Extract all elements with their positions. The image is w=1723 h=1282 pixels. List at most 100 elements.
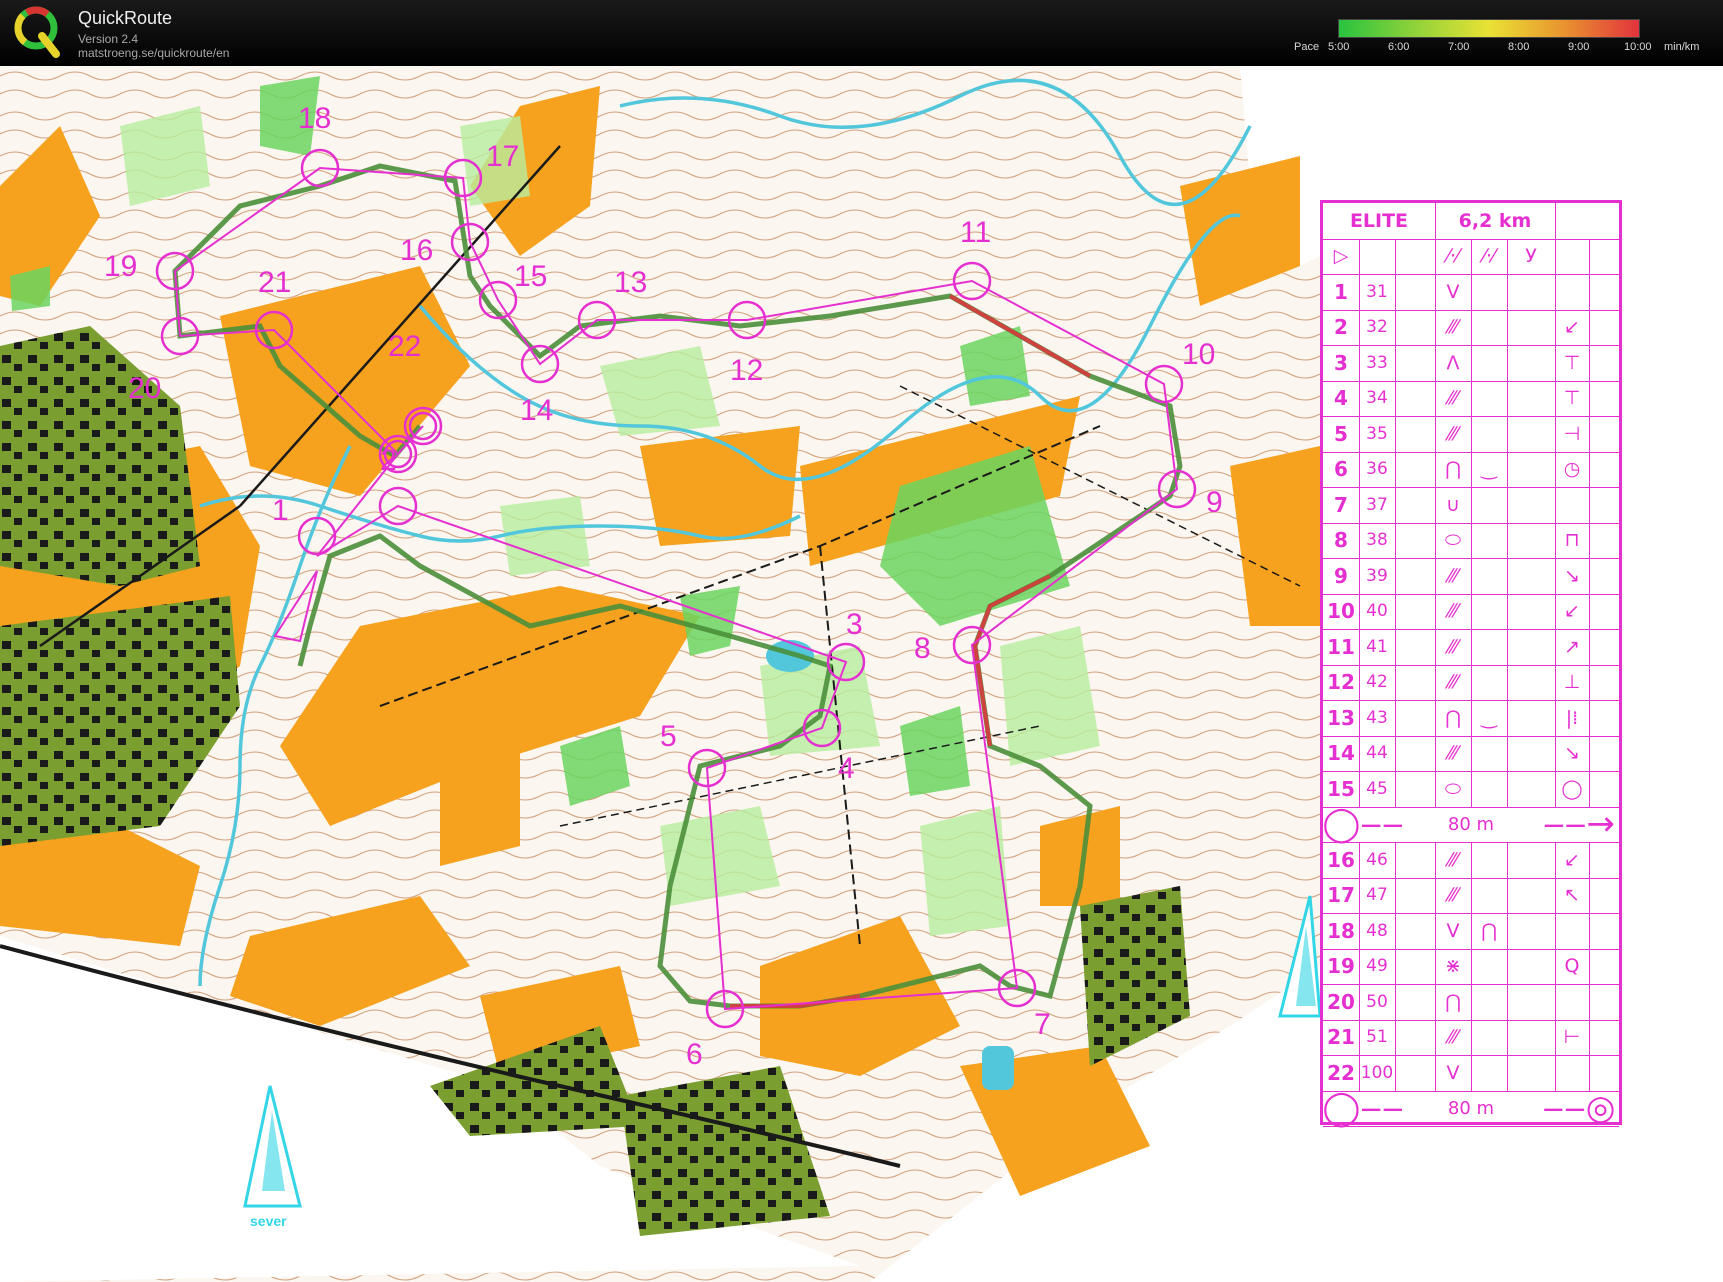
grid-line: [1589, 309, 1590, 345]
north-arrow-label: sever: [250, 1213, 287, 1229]
app-title: QuickRoute: [78, 8, 173, 28]
grid-line: [1507, 345, 1508, 381]
pace-tick: 6:00: [1388, 41, 1410, 53]
feature-symbol-icon: V: [1446, 919, 1460, 942]
control-number: 10: [1327, 599, 1355, 624]
control-description-row: 19 49 ⋇ Q: [1323, 948, 1619, 985]
position-symbol-icon: ↙: [1564, 600, 1580, 623]
feature-symbol-icon: ⁄⁄⁄: [1448, 635, 1458, 658]
feature-symbol-icon: [1471, 736, 1507, 772]
feature-symbol-icon: [1471, 416, 1507, 452]
grid-line: [1589, 416, 1590, 452]
grid-line: [1589, 593, 1590, 629]
finish-icon: ‒‒◎: [1542, 1088, 1616, 1129]
feature-symbol-icon: [1471, 629, 1507, 665]
control-code: 39: [1366, 565, 1388, 586]
control-label-15: 15: [514, 260, 547, 293]
control-number: 19: [1327, 954, 1355, 979]
control-code: 42: [1366, 672, 1388, 693]
feature-symbol-icon: ⬭: [1444, 529, 1462, 552]
grid-line: [1395, 1055, 1396, 1091]
position-symbol-icon: ↙: [1564, 848, 1580, 871]
course-length: 6,2 km: [1458, 209, 1532, 232]
control-number: 8: [1334, 528, 1348, 553]
grid-line: [1589, 700, 1590, 736]
position-symbol-icon: ↘: [1564, 564, 1580, 587]
start-symbol-icon: ⁄·⁄: [1482, 245, 1496, 268]
control-description-row: 3 33 Λ ⊤: [1323, 345, 1619, 382]
pace-tick: 8:00: [1508, 41, 1530, 53]
control-description-row: 9 39 ⁄⁄⁄ ↘: [1323, 558, 1619, 595]
control-label-13: 13: [614, 266, 647, 299]
control-description-row: 21 51 ⁄⁄⁄ ⊢: [1323, 1019, 1619, 1056]
control-description-row: 10 40 ⁄⁄⁄ ↙: [1323, 593, 1619, 630]
feature-symbol-icon: [1471, 949, 1507, 985]
control-description-row: 11 41 ⁄⁄⁄ ↗: [1323, 629, 1619, 666]
control-description-row: 13 43 ⋂ ‿ |⁞: [1323, 700, 1619, 737]
app-header: QuickRoute Version 2.4 matstroeng.se/qui…: [0, 0, 1723, 66]
feature-symbol-icon: [1471, 523, 1507, 559]
grid-line: [1507, 416, 1508, 452]
grid-line: [1395, 558, 1396, 594]
feature-symbol-icon: ∪: [1446, 493, 1460, 516]
position-symbol-icon: [1555, 274, 1589, 310]
control-code: 48: [1366, 920, 1388, 941]
control-label-11: 11: [960, 216, 991, 249]
grid-line: [1507, 1055, 1508, 1091]
feature-symbol-icon: [1471, 984, 1507, 1020]
grid-line: [1395, 913, 1396, 949]
control-number: 4: [1334, 386, 1348, 411]
pond: [982, 1046, 1014, 1090]
grid-line: [1507, 913, 1508, 949]
feature-symbol-icon: Λ: [1446, 351, 1460, 374]
control-code: 35: [1366, 423, 1388, 444]
grid-line: [1507, 629, 1508, 665]
grid-line: [1507, 522, 1508, 558]
position-symbol-icon: |⁞: [1565, 706, 1579, 729]
pace-tick: 7:00: [1448, 41, 1470, 53]
control-code: 44: [1366, 743, 1388, 764]
control-label-6: 6: [686, 1038, 703, 1071]
app-url[interactable]: matstroeng.se/quickroute/en: [78, 46, 229, 60]
position-symbol-icon: Q: [1564, 955, 1580, 978]
grid-line: [1507, 593, 1508, 629]
control-number: 20: [1327, 989, 1355, 1014]
grid-line: [1507, 948, 1508, 984]
control-code: 45: [1366, 778, 1388, 799]
marked-route-distance: 80 m: [1447, 813, 1495, 835]
control-number: 22: [1327, 1060, 1355, 1085]
grid-line: [1395, 842, 1396, 878]
grid-line: [1395, 629, 1396, 665]
grid-line: [1395, 771, 1396, 807]
feature-symbol-icon: ⁄⁄⁄: [1448, 422, 1458, 445]
control-code: 46: [1366, 849, 1388, 870]
control-label-1: 1: [272, 494, 289, 527]
pace-unit: min/km: [1664, 41, 1700, 53]
position-symbol-icon: ↖: [1564, 884, 1580, 907]
grid-line: [1507, 274, 1508, 310]
grid-line: [1507, 309, 1508, 345]
pace-tick: 5:00: [1328, 41, 1350, 53]
position-symbol-icon: ◯: [1561, 777, 1583, 800]
position-symbol-icon: [1555, 487, 1589, 523]
control-description-sheet: ELITE 6,2 km ▷ ⁄·⁄ ⁄·⁄ У 1 31 V 2 32 ⁄⁄⁄ ↙ 3 33 Λ ⊤ 4 34 ⁄⁄…: [1320, 200, 1622, 1129]
position-symbol-icon: ⊤: [1563, 387, 1581, 410]
grid-line: [1589, 913, 1590, 949]
control-description-row: 15 45 ⬭ ◯: [1323, 771, 1619, 808]
feature-symbol-icon: [1471, 1020, 1507, 1056]
grid-line: [1589, 274, 1590, 310]
feature-symbol-icon: ⋂: [1445, 990, 1461, 1013]
control-label-9: 9: [1206, 486, 1223, 519]
feature-symbol-icon: V: [1446, 280, 1460, 303]
control-label-22: 22: [388, 330, 421, 363]
grid-line: [1589, 380, 1590, 416]
feature-symbol-icon: ⋂: [1481, 919, 1497, 942]
grid-line: [1395, 345, 1396, 381]
description-start-row: ▷ ⁄·⁄ ⁄·⁄ У: [1323, 238, 1619, 275]
control-number: 5: [1334, 421, 1348, 446]
feature-symbol-icon: ⁄⁄⁄: [1448, 1026, 1458, 1049]
position-symbol-icon: ⊢: [1563, 1026, 1581, 1049]
pace-tick: 9:00: [1568, 41, 1590, 53]
control-label-4: 4: [838, 752, 855, 785]
control-code: 41: [1366, 636, 1388, 657]
